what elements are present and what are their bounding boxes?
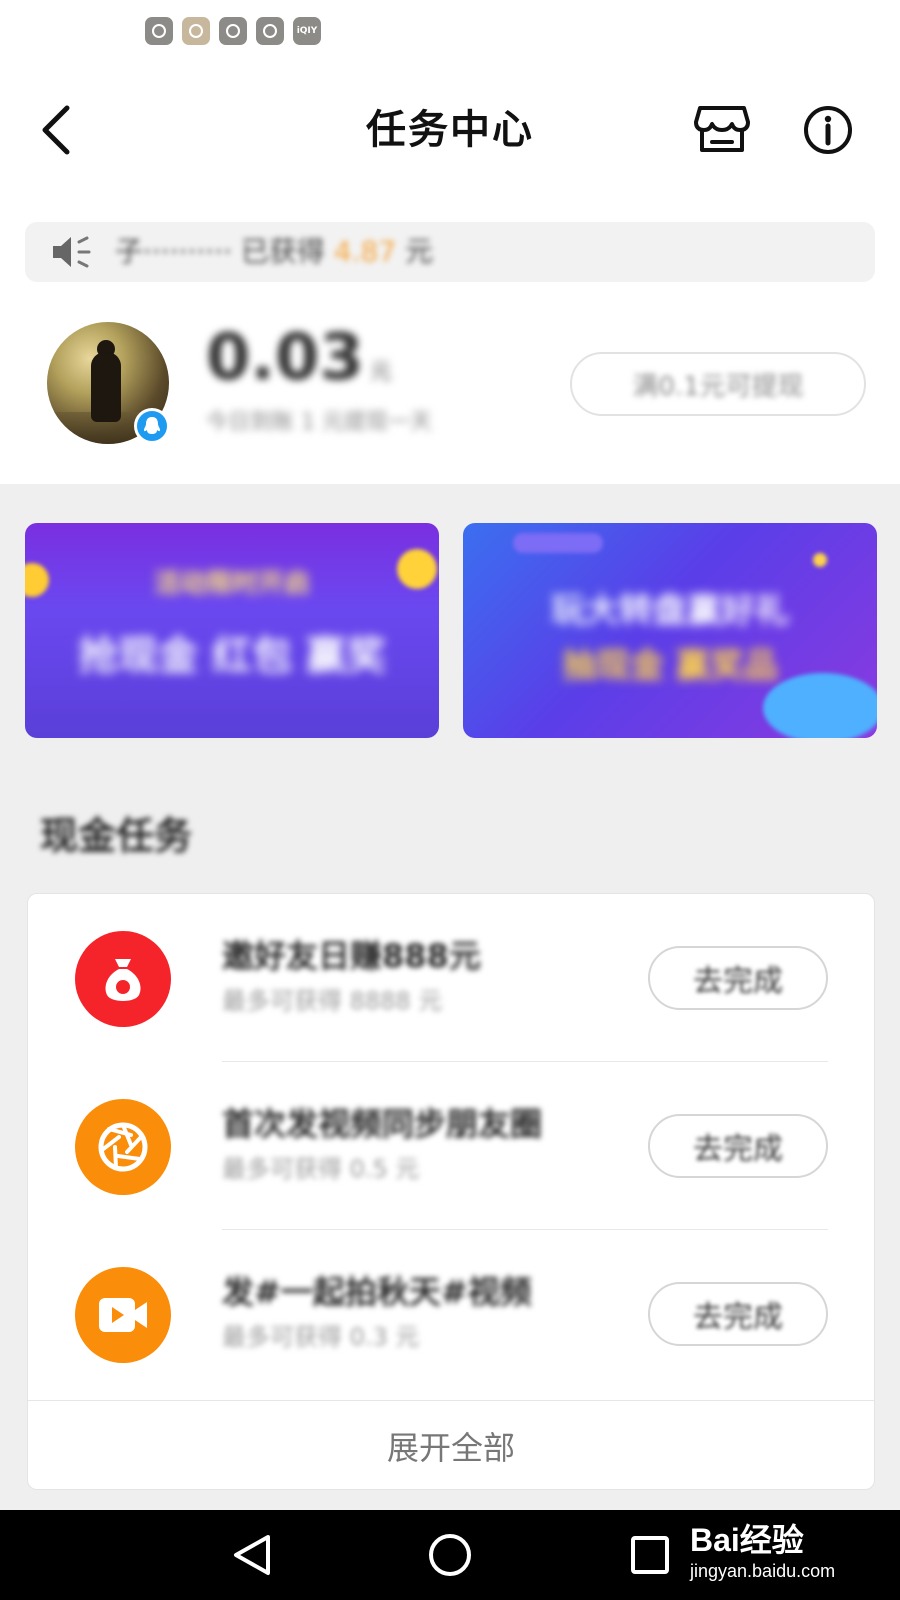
camera-app-icon — [145, 17, 173, 45]
task-name: 邀好友日赚888元 — [222, 937, 481, 975]
promo-banner-right[interactable]: 玩大转盘赢好礼 抽现金 赢奖品 — [463, 523, 877, 738]
notice-text: 子·········· 已获得 4.87 元 — [115, 235, 434, 268]
qq-badge-icon — [134, 408, 170, 444]
lens-app-icon — [219, 17, 247, 45]
banner-right-line2: 抽现金 赢奖品 — [562, 646, 778, 686]
task-row[interactable]: 首次发视频同步朋友圈 最多可获得 0.5 元 去完成 — [28, 1062, 876, 1230]
complete-task-button[interactable]: 去完成 — [648, 1282, 828, 1346]
task-name: 发#一起拍秋天#视频 — [222, 1273, 532, 1311]
nav-home-button[interactable] — [420, 1530, 480, 1580]
header: 任务中心 — [0, 80, 900, 180]
notice-amount: 4.87 — [333, 235, 397, 268]
promo-banner-left[interactable]: 活动限时开启 抢现金 红包 赢奖 — [25, 523, 439, 738]
complete-task-button[interactable]: 去完成 — [648, 946, 828, 1010]
complete-task-button[interactable]: 去完成 — [648, 1114, 828, 1178]
circle-home-icon — [429, 1534, 471, 1576]
info-icon — [804, 106, 852, 154]
money-bag-icon — [75, 931, 171, 1027]
task-row[interactable]: 发#一起拍秋天#视频 最多可获得 0.3 元 去完成 — [28, 1230, 876, 1398]
store-button[interactable] — [692, 100, 752, 160]
task-row[interactable]: 邀好友日赚888元 最多可获得 8888 元 去完成 — [28, 894, 876, 1062]
task-reward: 最多可获得 0.3 元 — [222, 1323, 420, 1351]
nav-back-button[interactable] — [222, 1530, 282, 1580]
baidu-jingyan-watermark: Bai经验 jingyan.baidu.com — [690, 1522, 836, 1581]
system-nav-bar: Bai经验 jingyan.baidu.com — [0, 1510, 900, 1600]
speaker-icon — [53, 236, 91, 268]
gallery-app-icon — [182, 17, 210, 45]
section-title: 现金任务 — [40, 814, 193, 858]
shutter-app-icon — [256, 17, 284, 45]
status-bar: iQIY — [0, 0, 900, 64]
nav-recents-button[interactable] — [620, 1530, 680, 1580]
square-recents-icon — [631, 1536, 669, 1574]
banner-right-line1: 玩大转盘赢好礼 — [551, 591, 789, 631]
aperture-icon — [75, 1099, 171, 1195]
task-reward: 最多可获得 0.5 元 — [222, 1155, 420, 1183]
task-reward: 最多可获得 8888 元 — [222, 987, 443, 1015]
expand-all-button[interactable]: 展开全部 — [28, 1400, 874, 1490]
withdraw-button[interactable]: 满0.1元可提现 — [570, 352, 866, 416]
iqiyi-app-icon: iQIY — [293, 17, 321, 45]
earnings-notice-bar: 子·········· 已获得 4.87 元 — [25, 222, 875, 282]
balance-unit: 元 — [369, 360, 392, 385]
balance-amount: 0.03 — [206, 321, 364, 395]
banner-left-line1: 活动限时开启 — [153, 569, 310, 599]
triangle-back-icon — [234, 1535, 270, 1575]
task-list-card: 邀好友日赚888元 最多可获得 8888 元 去完成 首次发视频同步朋友圈 最多… — [27, 893, 875, 1490]
info-button[interactable] — [798, 100, 858, 160]
task-name: 首次发视频同步朋友圈 — [222, 1105, 543, 1143]
video-camera-icon — [75, 1267, 171, 1363]
balance: 0.03 元 — [206, 318, 392, 398]
balance-subtext: 今日到账 1 元提现一天 — [206, 410, 432, 435]
banner-left-line2: 抢现金 红包 赢奖 — [78, 633, 386, 679]
page-title: 任务中心 — [366, 107, 534, 153]
store-icon — [694, 106, 750, 152]
